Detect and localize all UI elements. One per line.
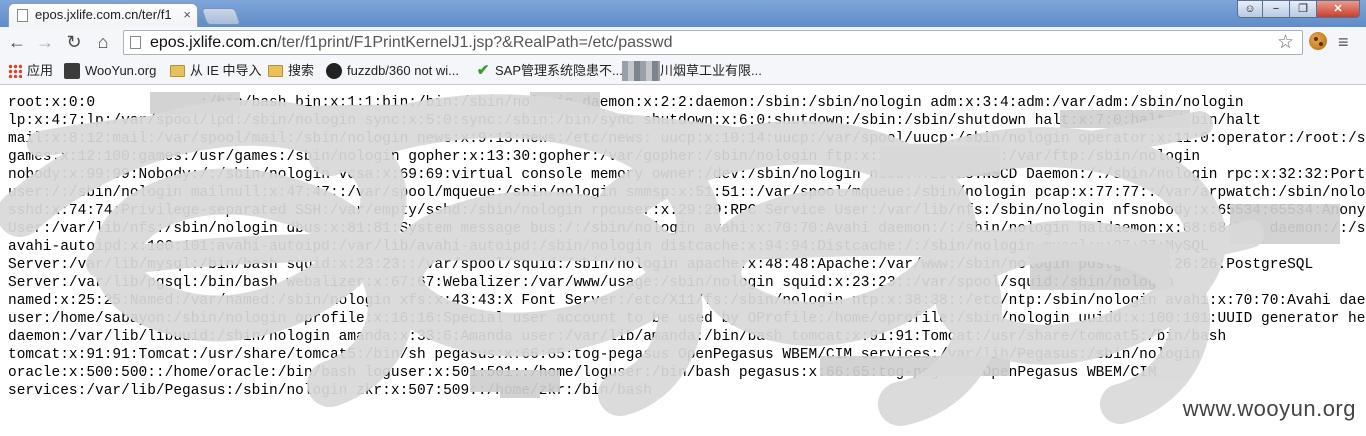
text-line: root:x:0:0 :/bin/bash bin:x:1:1:bin:/bin… (8, 95, 1244, 111)
new-tab-button[interactable] (200, 8, 242, 25)
maximize-button[interactable]: ❐ (1289, 0, 1317, 18)
reload-icon[interactable]: ↻ (63, 31, 85, 53)
text-line: mail:x:8:12:mail:/var/spool/mail:/sbin/n… (8, 131, 1366, 147)
text-line: sshd:x:74:74:Privilege-separated SSH:/va… (8, 203, 1366, 219)
close-window-button[interactable]: ✕ (1316, 0, 1360, 18)
text-line: lp:x:4:7:lp:/var/spool/lpd:/sbin/nologin… (8, 113, 1262, 129)
redacted-icon (622, 61, 660, 81)
page-icon (17, 9, 28, 22)
bookmark-tobacco[interactable]: 川烟草工业有限... (660, 58, 762, 84)
bookmark-wooyun[interactable]: WooYun.org (64, 58, 156, 84)
text-line: oracle:x:500:500::/home/oracle:/bin/bash… (8, 365, 1157, 381)
address-bar[interactable]: epos.jxlife.com.cn/ter/f1print/F1PrintKe… (123, 30, 1303, 55)
passwd-file-content: root:x:0:0 :/bin/bash bin:x:1:1:bin:/bin… (8, 94, 1366, 400)
browser-toolbar: ← → ↻ ⌂ epos.jxlife.com.cn/ter/f1print/F… (0, 27, 1366, 59)
text-line: named:x:25:25:Named:/var/named:/sbin/nol… (8, 293, 1366, 309)
text-line: User:/var/lib/nfs:/sbin/nologin dbus:x:8… (8, 221, 1366, 237)
url-text: epos.jxlife.com.cn/ter/f1print/F1PrintKe… (150, 34, 673, 51)
folder-icon (268, 64, 283, 77)
bookmark-folder-search[interactable]: 搜索 (268, 58, 314, 84)
home-icon[interactable]: ⌂ (92, 31, 114, 53)
bookmark-fuzzdb[interactable]: fuzzdb/360 not wi... (326, 58, 459, 84)
browser-tab[interactable]: epos.jxlife.com.cn/ter/f1 × (8, 3, 198, 27)
text-line: services:/var/lib/Pegasus:/sbin/nologin … (8, 383, 652, 399)
back-arrow-icon[interactable]: ← (6, 31, 28, 53)
window-controls: ☺ − ❐ ✕ (1237, 0, 1360, 18)
wooyun-icon (64, 62, 80, 79)
text-line: daemon:/var/lib/libuuid:/sbin/nologin am… (8, 329, 1227, 345)
tab-close-icon[interactable]: × (183, 4, 191, 26)
text-line: user:/:/sbin/nologin mailnull:x:47:47::/… (8, 185, 1366, 201)
apps-grid-icon (8, 63, 22, 78)
text-line: games:x:12:100:games:/usr/games:/sbin/no… (8, 149, 1201, 165)
text-line: avahi-autoipd:x:100:101:avahi-autoipd:/v… (8, 239, 1209, 255)
bookmark-star-icon[interactable]: ☆ (1277, 31, 1294, 54)
bookmark-apps[interactable]: 应用 (8, 58, 53, 84)
folder-icon (170, 64, 185, 77)
watermark: www.wooyun.org (1182, 396, 1356, 421)
text-line: Server:/var/lib/mysql:/bin/bash squid:x:… (8, 257, 1314, 273)
text-line: user:/home/sabayon:/sbin/nologin oprofil… (8, 311, 1366, 327)
forward-arrow-icon[interactable]: → (34, 31, 56, 53)
cookie-extension-icon[interactable] (1309, 32, 1327, 50)
bookmark-sap[interactable]: ✔ SAP管理系统隐患不... (476, 58, 623, 84)
bookmarks-bar: 应用 WooYun.org 从 IE 中导入 搜索 fuzzdb/360 not… (0, 58, 1366, 85)
bookmark-folder-ie-import[interactable]: 从 IE 中导入 (170, 58, 262, 84)
text-line: tomcat:x:91:91:Tomcat:/usr/share/tomcat5… (8, 347, 1201, 363)
minimize-button[interactable]: − (1262, 0, 1290, 18)
github-icon (326, 62, 342, 79)
user-icon[interactable]: ☺ (1237, 0, 1263, 18)
tab-title: epos.jxlife.com.cn/ter/f1 (35, 7, 172, 22)
menu-icon[interactable]: ≡ (1338, 30, 1349, 54)
text-line: nobody:x:99:99:Nobody:/:/sbin/nologin vc… (8, 167, 1366, 183)
page-icon (130, 36, 141, 49)
text-line: Server:/var/lib/pgsql:/bin/bash webalize… (8, 275, 1174, 291)
checkmark-icon: ✔ (476, 61, 490, 79)
title-bar: epos.jxlife.com.cn/ter/f1 × ☺ − ❐ ✕ (0, 0, 1366, 27)
